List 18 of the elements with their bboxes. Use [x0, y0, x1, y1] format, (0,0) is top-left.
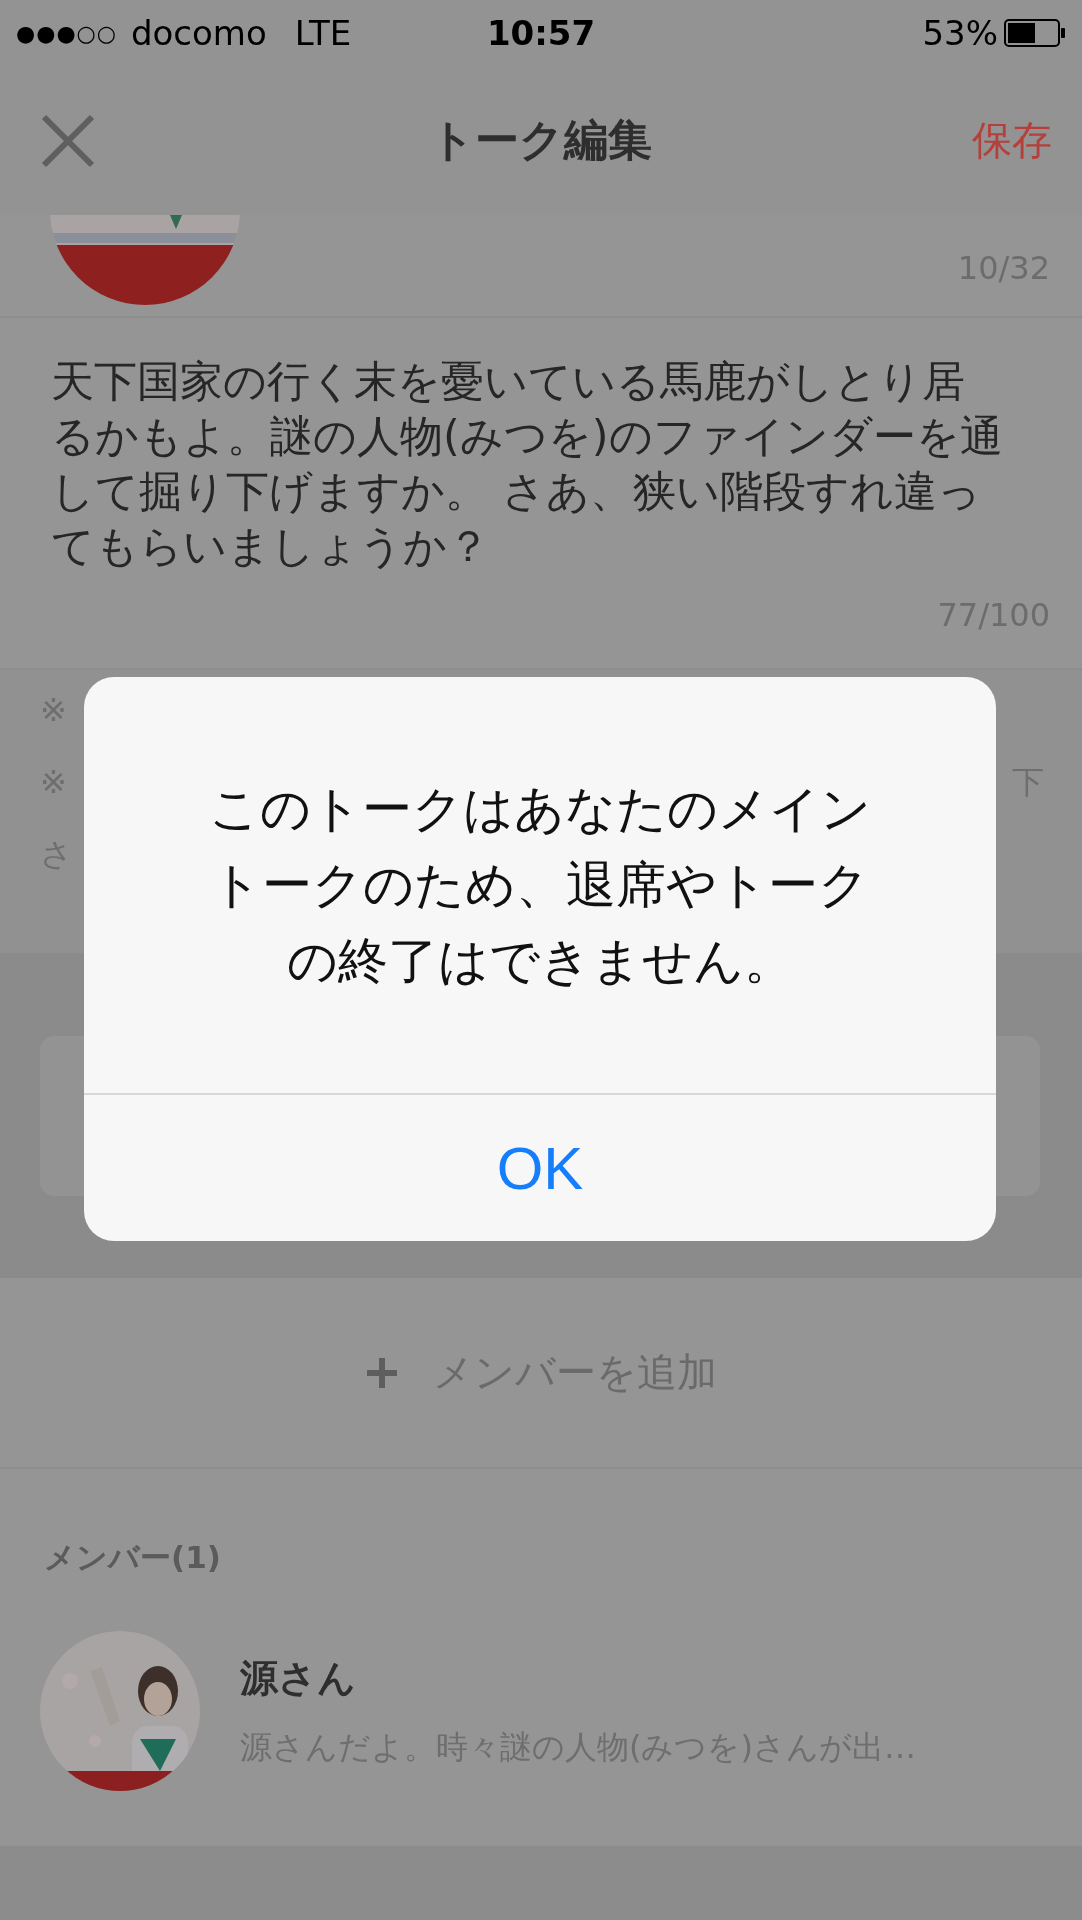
description-text[interactable]: 天下国家の行く末を憂いている馬鹿がしとり居るかもよ。謎の人物(みつを)のファインダーを通して掘り下げますか。 さあ、狭い階段すれ違ってもらいましょうか？ [51, 354, 1006, 574]
screen-title: トーク編集 [430, 113, 652, 167]
note-text: ※ [40, 762, 67, 803]
close-button[interactable] [40, 112, 96, 169]
carrier-name: docomo [131, 13, 267, 53]
network-type: LTE [294, 13, 352, 53]
note-text: ※ [40, 690, 67, 731]
members-heading: メンバー(1) [44, 1539, 221, 1575]
close-icon [40, 112, 96, 169]
battery-icon [1004, 19, 1066, 47]
ok-button[interactable]: OK [84, 1095, 996, 1241]
battery-percent: 53% [922, 13, 998, 53]
plus-icon [365, 1355, 399, 1390]
save-button[interactable]: 保存 [972, 113, 1052, 168]
signal-strength: ●●●○○ [16, 20, 117, 46]
clock-time: 10:57 [486, 13, 596, 53]
member-name: 源さん [240, 1654, 357, 1702]
alert-message: このトークはあなたのメイントークのため、退席やトークの終了はできません。 [208, 779, 872, 992]
